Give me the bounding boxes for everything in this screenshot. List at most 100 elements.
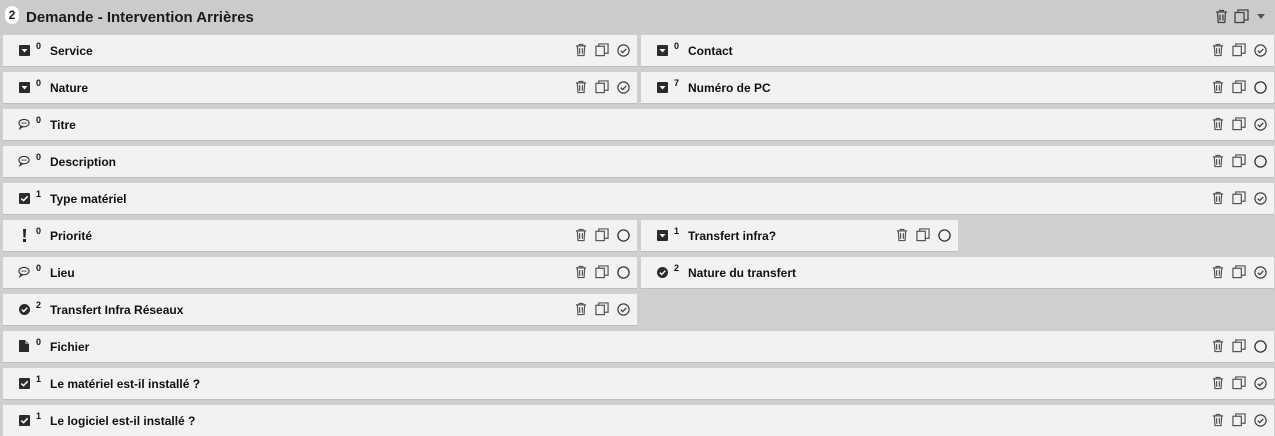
field-required-toggle[interactable] [1252, 42, 1268, 58]
field-delete-button[interactable] [573, 79, 589, 95]
field-delete-button[interactable] [1210, 190, 1226, 206]
field-card-materiel-installe[interactable]: 1 Le matériel est-il installé ? [3, 368, 1274, 399]
field-required-toggle[interactable] [1252, 375, 1268, 391]
field-required-toggle[interactable] [1252, 153, 1268, 169]
field-required-toggle[interactable] [615, 79, 631, 95]
field-card-transfert-infra[interactable]: 1 Transfert infra? [641, 220, 958, 251]
trash-icon [1212, 117, 1224, 131]
field-card-titre[interactable]: 0 Titre [3, 109, 1274, 140]
field-label: Nature [50, 81, 89, 95]
field-badge: 7 [674, 78, 680, 88]
field-required-toggle[interactable] [615, 42, 631, 58]
check-circle-icon [1253, 376, 1267, 390]
empty-circle-icon [937, 228, 951, 242]
field-label: Priorité [50, 229, 93, 243]
field-copy-button[interactable] [594, 264, 610, 280]
field-delete-button[interactable] [1210, 42, 1226, 58]
section-title: Demande - Intervention Arrières [26, 9, 254, 26]
exclamation-icon [18, 228, 30, 242]
section-header: 2 Demande - Intervention Arrières [0, 0, 1275, 34]
field-badge: 1 [36, 411, 42, 421]
field-required-toggle[interactable] [615, 301, 631, 317]
field-delete-button[interactable] [1210, 264, 1226, 280]
field-badge: 0 [36, 263, 42, 273]
radio-check-icon [18, 303, 30, 315]
field-delete-button[interactable] [1210, 375, 1226, 391]
field-delete-button[interactable] [1210, 412, 1226, 428]
field-label: Lieu [50, 266, 75, 280]
field-copy-button[interactable] [1231, 338, 1247, 354]
field-required-toggle[interactable] [1252, 412, 1268, 428]
section-menu-button[interactable] [1253, 8, 1269, 24]
field-card-fichier[interactable]: 0 Fichier [3, 331, 1274, 362]
field-delete-button[interactable] [573, 227, 589, 243]
field-required-toggle[interactable] [615, 227, 631, 243]
field-required-toggle[interactable] [1252, 116, 1268, 132]
field-delete-button[interactable] [1210, 79, 1226, 95]
field-card-priorite[interactable]: 0 Priorité [3, 220, 637, 251]
field-copy-button[interactable] [594, 79, 610, 95]
field-copy-button[interactable] [594, 42, 610, 58]
field-card-description[interactable]: 0 Description [3, 146, 1274, 177]
field-card-transfert-infra-reseaux[interactable]: 2 Transfert Infra Réseaux [3, 294, 637, 325]
trash-icon [1212, 80, 1224, 94]
field-copy-button[interactable] [1231, 375, 1247, 391]
trash-icon [896, 228, 908, 242]
field-label: Numéro de PC [688, 81, 771, 95]
trash-icon [1212, 376, 1224, 390]
copy-icon [1232, 43, 1246, 57]
dropdown-icon [656, 229, 668, 241]
comment-icon [18, 118, 30, 130]
field-delete-button[interactable] [1210, 338, 1226, 354]
field-delete-button[interactable] [894, 227, 910, 243]
field-required-toggle[interactable] [1252, 338, 1268, 354]
field-label: Description [50, 155, 117, 169]
field-card-contact[interactable]: 0 Contact [641, 35, 1274, 66]
field-card-numero-pc[interactable]: 7 Numéro de PC [641, 72, 1274, 103]
field-required-toggle[interactable] [615, 264, 631, 280]
field-required-toggle[interactable] [1252, 79, 1268, 95]
check-circle-icon [1253, 43, 1267, 57]
field-delete-button[interactable] [1210, 153, 1226, 169]
trash-icon [575, 43, 587, 57]
field-delete-button[interactable] [573, 264, 589, 280]
field-copy-button[interactable] [594, 227, 610, 243]
field-label: Type matériel [50, 192, 127, 206]
field-card-lieu[interactable]: 0 Lieu [3, 257, 637, 288]
field-copy-button[interactable] [1231, 153, 1247, 169]
field-required-toggle[interactable] [936, 227, 952, 243]
field-badge: 0 [36, 337, 42, 347]
caret-down-icon [1257, 14, 1265, 19]
field-card-service[interactable]: 0 Service [3, 35, 637, 66]
field-delete-button[interactable] [573, 301, 589, 317]
dropdown-icon [18, 81, 30, 93]
copy-icon [916, 228, 930, 242]
field-card-type-materiel[interactable]: 1 Type matériel [3, 183, 1274, 214]
field-card-logiciel-installe[interactable]: 1 Le logiciel est-il installé ? [3, 405, 1274, 436]
field-copy-button[interactable] [1231, 79, 1247, 95]
field-copy-button[interactable] [915, 227, 931, 243]
field-delete-button[interactable] [1210, 116, 1226, 132]
dropdown-icon [18, 44, 30, 56]
field-copy-button[interactable] [594, 301, 610, 317]
field-card-nature[interactable]: 0 Nature [3, 72, 637, 103]
field-copy-button[interactable] [1231, 264, 1247, 280]
field-copy-button[interactable] [1231, 412, 1247, 428]
copy-icon [1232, 376, 1246, 390]
field-required-toggle[interactable] [1252, 264, 1268, 280]
field-copy-button[interactable] [1231, 116, 1247, 132]
section-delete-button[interactable] [1213, 8, 1229, 24]
field-delete-button[interactable] [573, 42, 589, 58]
comment-icon [18, 155, 30, 167]
field-copy-button[interactable] [1231, 190, 1247, 206]
section-copy-button[interactable] [1233, 8, 1249, 24]
field-card-nature-transfert[interactable]: 2 Nature du transfert [641, 257, 1274, 288]
check-circle-icon [1253, 413, 1267, 427]
trash-icon [575, 265, 587, 279]
field-badge: 2 [674, 263, 680, 273]
field-required-toggle[interactable] [1252, 190, 1268, 206]
file-icon [18, 340, 30, 352]
field-copy-button[interactable] [1231, 42, 1247, 58]
copy-icon [1232, 339, 1246, 353]
trash-icon [1212, 339, 1224, 353]
